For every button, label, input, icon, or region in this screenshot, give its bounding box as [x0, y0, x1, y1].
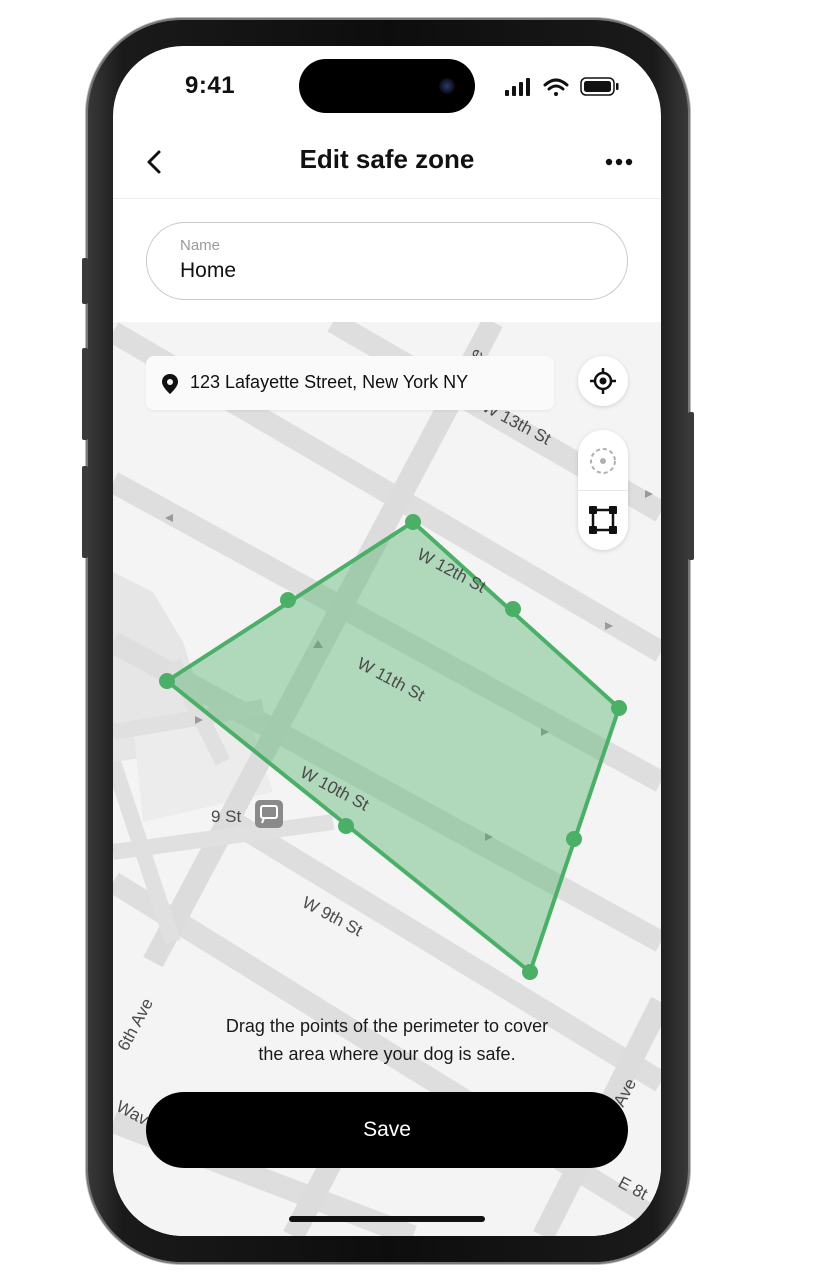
wifi-icon — [543, 78, 569, 96]
zone-midpoint-handle[interactable] — [338, 818, 354, 834]
phone-side-button-silent — [82, 258, 88, 304]
phone-side-button-power — [688, 412, 694, 560]
phone-screen: 9:41 Edit safe zone Name Home W 13th St … — [113, 46, 661, 1236]
name-field-label: Name — [180, 237, 221, 254]
instruction-text: Drag the points of the perimeter to cove… — [173, 1012, 601, 1068]
polygon-mode-button[interactable] — [578, 491, 628, 549]
station-label: 9 St — [211, 807, 242, 826]
zone-vertex-handle[interactable] — [405, 514, 421, 530]
page-title: Edit safe zone — [299, 144, 475, 174]
status-time: 9:41 — [185, 72, 236, 99]
map-view[interactable]: W 13th St W 12th St W 11th St W 10th St … — [113, 322, 661, 1236]
subway-station-icon — [255, 800, 283, 828]
zone-midpoint-handle[interactable] — [566, 831, 582, 847]
phone-side-button-volume-down — [82, 466, 88, 558]
address-text: 123 Lafayette Street, New York NY — [190, 372, 469, 392]
nav-header: Edit safe zone — [113, 126, 661, 199]
instruction-line-2: the area where your dog is safe. — [258, 1044, 516, 1064]
status-icons — [505, 76, 645, 100]
zone-vertex-handle[interactable] — [522, 964, 538, 980]
camera-icon — [439, 78, 455, 94]
zone-midpoint-handle[interactable] — [280, 592, 296, 608]
locate-me-button[interactable] — [578, 356, 628, 406]
circle-mode-button[interactable] — [578, 432, 628, 490]
polygon-icon — [589, 506, 617, 534]
home-indicator[interactable] — [289, 1216, 485, 1222]
battery-icon — [580, 77, 619, 96]
more-horizontal-icon — [605, 158, 633, 166]
cellular-signal-icon — [505, 78, 530, 96]
name-field[interactable]: Name — [146, 222, 628, 300]
zone-vertex-handle[interactable] — [159, 673, 175, 689]
zone-vertex-handle[interactable] — [611, 700, 627, 716]
dashed-circle-icon — [590, 448, 616, 474]
save-button[interactable]: Save — [146, 1092, 628, 1168]
zone-shape-toggle — [578, 430, 628, 550]
location-pin-icon — [162, 374, 178, 394]
phone-side-button-volume-up — [82, 348, 88, 440]
crosshair-icon — [590, 368, 616, 394]
instruction-line-1: Drag the points of the perimeter to cove… — [225, 1016, 549, 1036]
more-options-button[interactable] — [599, 144, 639, 180]
name-input[interactable] — [180, 259, 580, 283]
status-bar: 9:41 — [113, 46, 661, 126]
zone-midpoint-handle[interactable] — [505, 601, 521, 617]
dynamic-island — [299, 59, 475, 113]
address-bar[interactable]: 123 Lafayette Street, New York NY — [146, 356, 554, 410]
